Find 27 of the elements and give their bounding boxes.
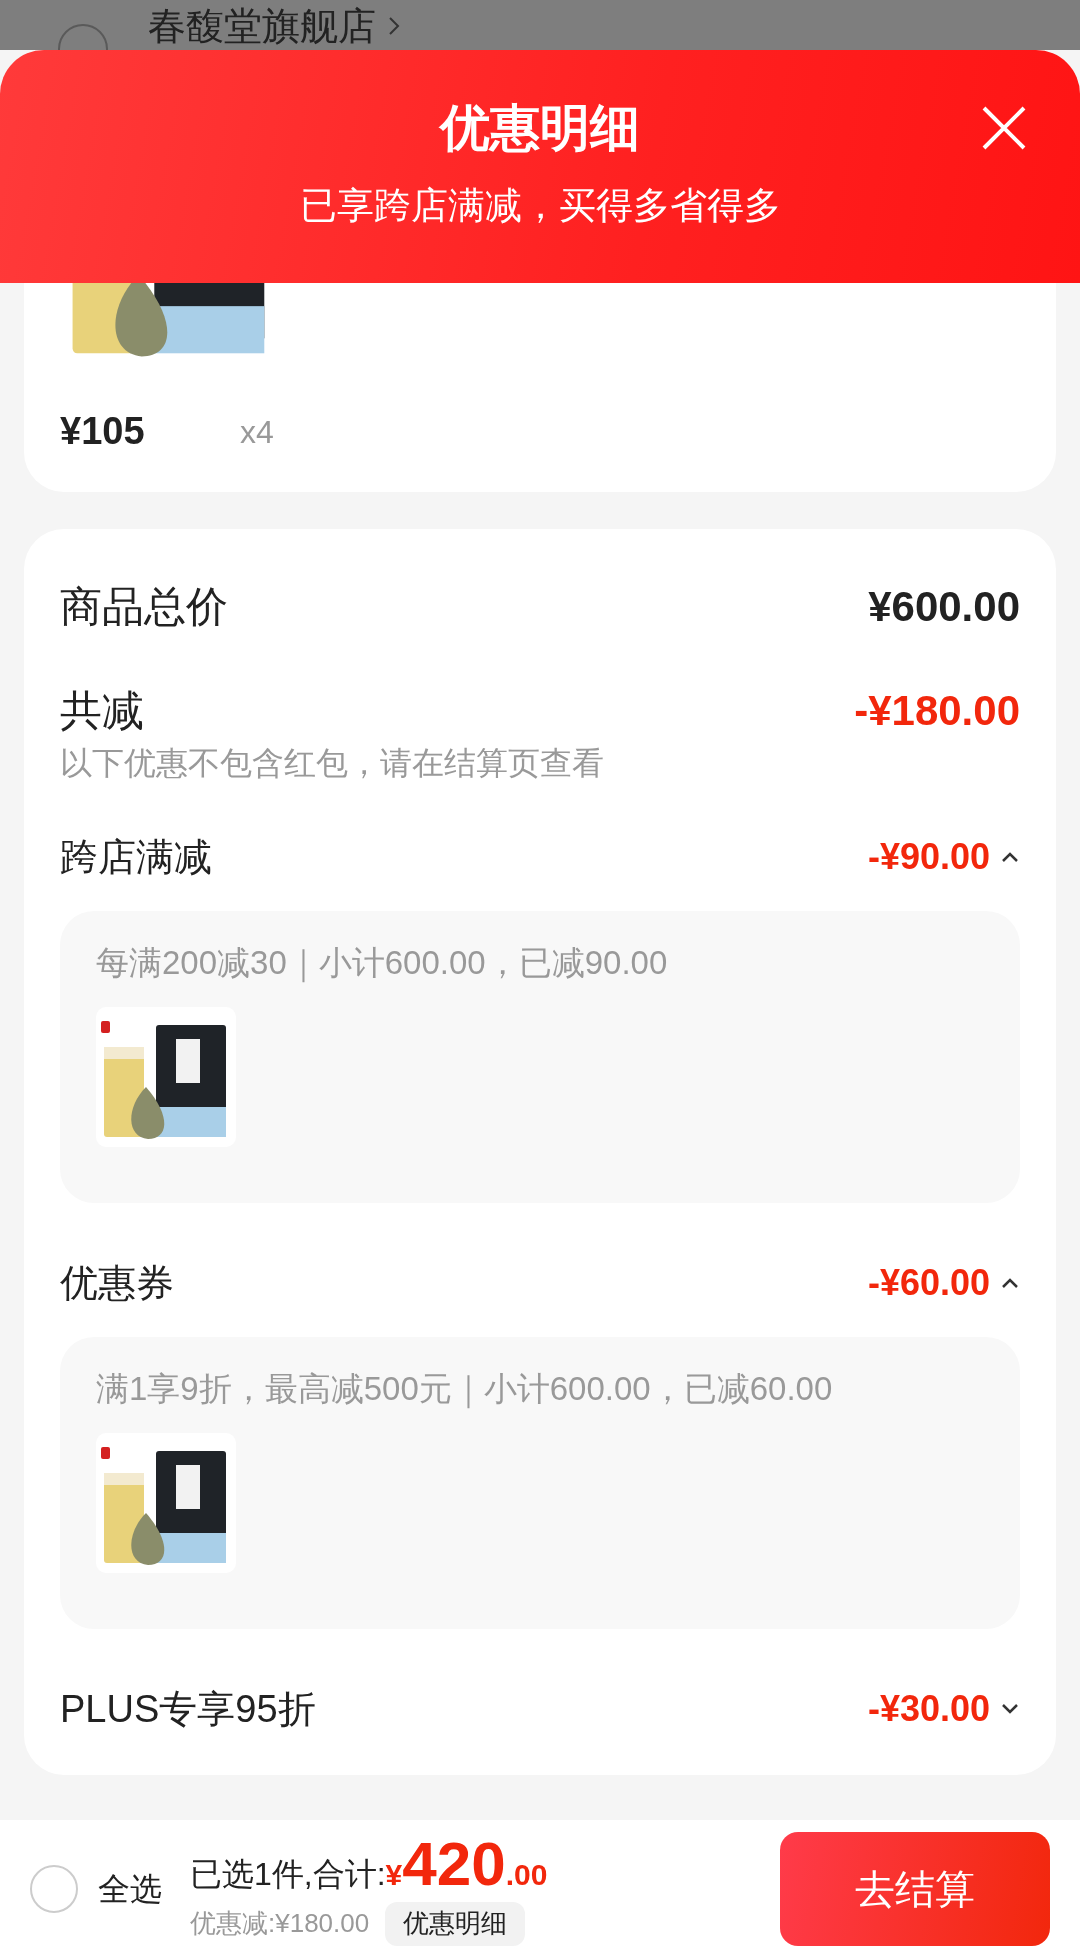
select-all-checkbox[interactable] (30, 1865, 78, 1913)
discount-details-button[interactable]: 优惠明细 (385, 1901, 526, 1946)
select-all-label[interactable]: 全选 (98, 1865, 162, 1913)
discount-row[interactable]: 优惠券 -¥60.00 (60, 1253, 1020, 1313)
sheet-subtitle: 已享跨店满减，买得多省得多 (299, 184, 781, 228)
chevron-up-icon (1000, 1277, 1020, 1289)
total-label: 商品总价 (60, 581, 228, 632)
chevron-right-icon (388, 16, 400, 36)
store-name[interactable]: 春馥堂旗舰店 (148, 4, 376, 48)
close-icon[interactable] (980, 104, 1028, 152)
product-quantity: x4 (240, 412, 274, 452)
chevron-down-icon (1000, 1703, 1020, 1715)
sheet-title: 优惠明细 (440, 99, 640, 158)
selected-summary: 已选1件,合计: (190, 1854, 386, 1894)
total-value: ¥600.00 (868, 581, 1020, 632)
product-price: ¥105 (60, 409, 146, 454)
saved-amount: 优惠减:¥180.00 (190, 1907, 370, 1940)
checkout-button[interactable]: 去结算 (780, 1832, 1050, 1946)
chevron-up-icon (1000, 851, 1020, 863)
discount-row[interactable]: PLUS专享95折 -¥30.00 (60, 1679, 1020, 1739)
discount-label: 共减 (60, 685, 144, 736)
discount-value: -¥180.00 (854, 685, 1020, 736)
discount-detail: 满1享9折，最高减500元｜小计600.00，已减60.00 (96, 1369, 834, 1411)
discount-row[interactable]: 跨店满减 -¥90.00 (60, 827, 1020, 887)
discount-detail: 每满200减30｜小计600.00，已减90.00 (96, 943, 669, 985)
discount-note: 以下优惠不包含红包，请在结算页查看 (60, 744, 605, 783)
total-amount: ¥420.00 (385, 1832, 548, 1897)
